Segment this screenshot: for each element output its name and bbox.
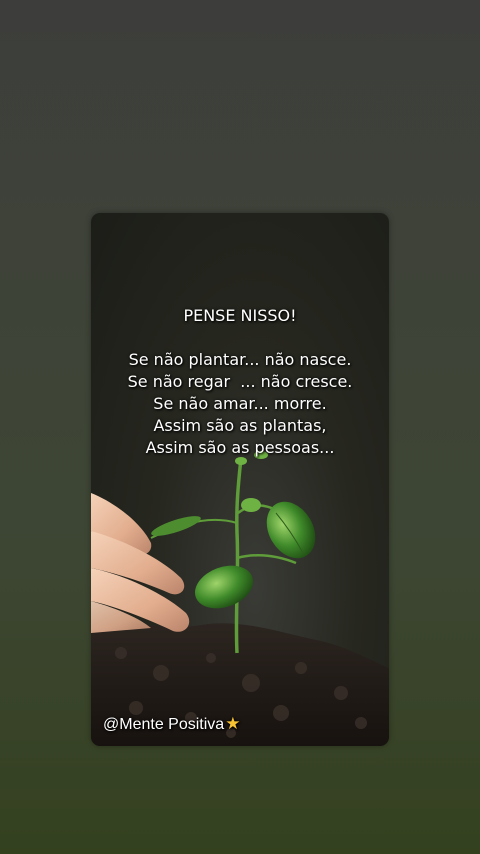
star-icon: ★ [225, 714, 241, 733]
quote-line: Se não amar... morre. [153, 394, 327, 413]
quote-line: Assim são as plantas, [153, 416, 327, 435]
quote-title: PENSE NISSO! [183, 306, 297, 325]
post-card: PENSE NISSO! Se não plantar... não nasce… [91, 213, 389, 746]
watermark: @Mente Positiva★ [103, 714, 240, 734]
leaf-lower-left [194, 565, 254, 609]
plant-photo [91, 451, 389, 746]
hand [91, 493, 190, 633]
plant-stem [234, 457, 243, 654]
quote-message: PENSE NISSO! Se não plantar... não nasce… [91, 305, 389, 459]
quote-line: Se não regar ... não cresce. [127, 372, 353, 391]
leaf-small-left [151, 516, 201, 536]
quote-line: Assim são as pessoas... [145, 438, 335, 457]
leaf-top [241, 498, 261, 512]
quote-line: Se não plantar... não nasce. [128, 350, 352, 369]
watermark-text: @Mente Positiva [103, 716, 225, 733]
